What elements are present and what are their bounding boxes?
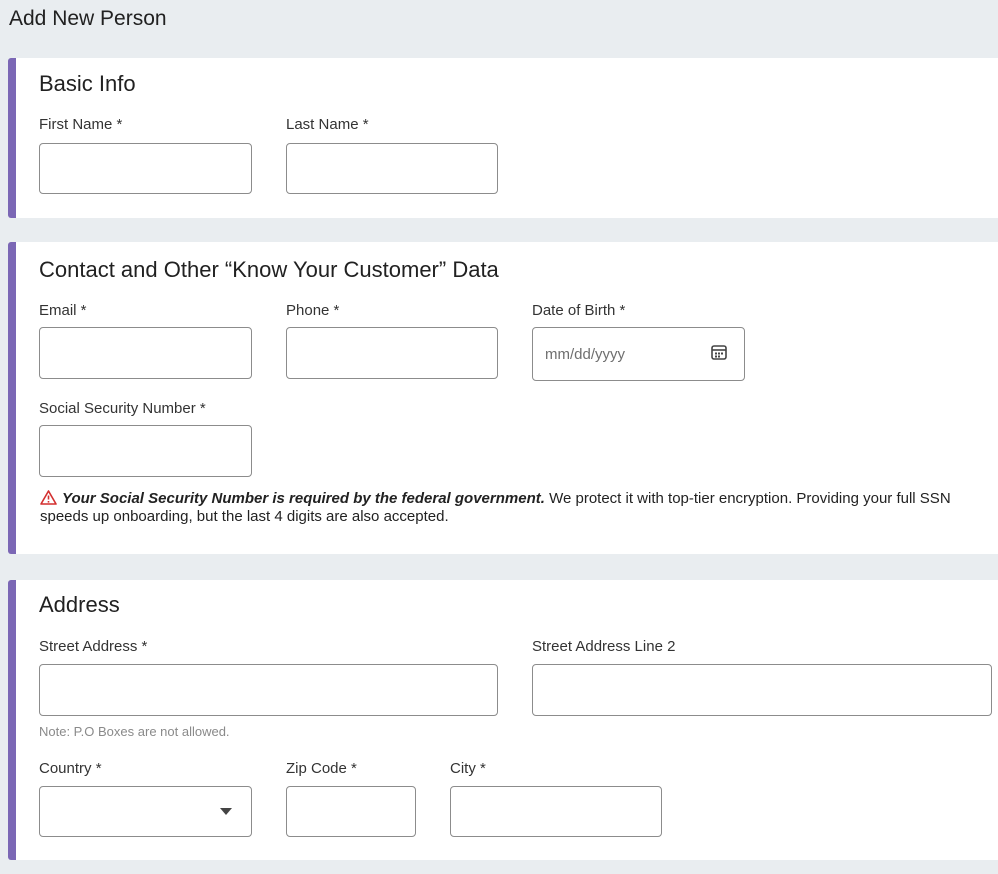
address-card: Address Street Address * Note: P.O Boxes… (8, 580, 998, 860)
street-address-label: Street Address * (39, 638, 148, 655)
zip-code-input[interactable] (286, 786, 416, 837)
city-label: City * (450, 760, 486, 777)
ssn-label: Social Security Number * (39, 400, 206, 417)
basic-info-card: Basic Info First Name * Last Name * (8, 58, 998, 218)
country-label: Country * (39, 760, 102, 777)
ssn-notice-bold: Your Social Security Number is required … (62, 490, 545, 507)
street-address-2-label: Street Address Line 2 (532, 638, 676, 655)
ssn-input[interactable] (39, 425, 252, 477)
first-name-label: First Name * (39, 116, 123, 133)
calendar-icon[interactable] (711, 344, 727, 361)
basic-info-title: Basic Info (39, 71, 136, 96)
page-title: Add New Person (9, 7, 167, 30)
dob-field[interactable] (532, 327, 745, 381)
street-address-note: Note: P.O Boxes are not allowed. (39, 724, 230, 739)
contact-card: Contact and Other “Know Your Customer” D… (8, 242, 998, 554)
street-address-2-input[interactable] (532, 664, 992, 716)
address-title: Address (39, 592, 120, 617)
zip-code-label: Zip Code * (286, 760, 357, 777)
warning-triangle-icon (40, 490, 57, 505)
dob-label: Date of Birth * (532, 302, 626, 319)
first-name-input[interactable] (39, 143, 252, 194)
email-input[interactable] (39, 327, 252, 379)
last-name-label: Last Name * (286, 116, 369, 133)
chevron-down-icon[interactable] (220, 808, 232, 815)
ssn-notice: Your Social Security Number is required … (40, 490, 980, 526)
last-name-input[interactable] (286, 143, 498, 194)
street-address-input[interactable] (39, 664, 498, 716)
city-input[interactable] (450, 786, 662, 837)
country-select[interactable] (39, 786, 252, 837)
phone-label: Phone * (286, 302, 340, 319)
phone-input[interactable] (286, 327, 498, 379)
email-label: Email * (39, 302, 87, 319)
contact-title: Contact and Other “Know Your Customer” D… (39, 257, 499, 282)
